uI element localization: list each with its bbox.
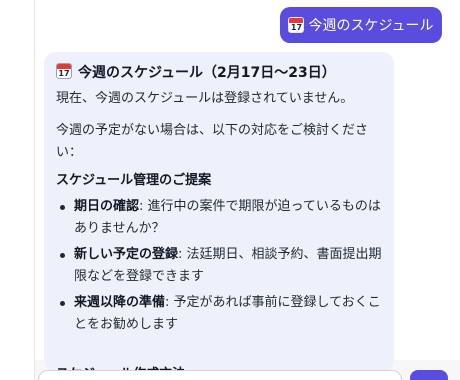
calendar-icon <box>56 63 72 79</box>
list-item: 来週以降の準備: 予定があれば事前に登録しておくことをお勧めします <box>56 292 382 336</box>
message-input[interactable] <box>38 370 402 380</box>
list-item: 新しい予定の登録: 法廷期日、相談予約、書面提出期限などを登録できます <box>56 244 382 288</box>
user-message-bubble: 今週のスケジュール <box>280 7 442 43</box>
assistant-title-text: 今週のスケジュール（2月17日〜23日） <box>78 65 336 81</box>
assistant-title: 今週のスケジュール（2月17日〜23日） <box>56 62 382 84</box>
sidebar-edge <box>0 0 35 380</box>
suggestion-term: 新しい予定の登録 <box>74 247 179 262</box>
assistant-message-bubble: 今週のスケジュール（2月17日〜23日） 現在、今週のスケジュールは登録されてい… <box>44 52 394 372</box>
calendar-icon <box>288 17 305 33</box>
suggestion-term: 期日の確認 <box>74 199 140 214</box>
list-item: 期日の確認: 進行中の案件で期限が迫っているものはありませんか？ <box>56 196 382 240</box>
intro-text: 今週の予定がない場合は、以下の対応をご検討ください： <box>56 123 369 160</box>
send-button[interactable] <box>410 370 448 380</box>
suggestion-list: 期日の確認: 進行中の案件で期限が迫っているものはありませんか？ 新しい予定の登… <box>56 196 382 336</box>
chat-page: 今週のスケジュール 今週のスケジュール（2月17日〜23日） 現在、今週のスケジ… <box>0 0 460 380</box>
user-message-text: 今週のスケジュール <box>308 18 434 34</box>
schedule-status-text: 現在、今週のスケジュールは登録されていません。 <box>56 91 354 106</box>
suggestion-term: 来週以降の準備 <box>74 295 166 310</box>
section-heading: スケジュール管理のご提案 <box>56 173 212 188</box>
